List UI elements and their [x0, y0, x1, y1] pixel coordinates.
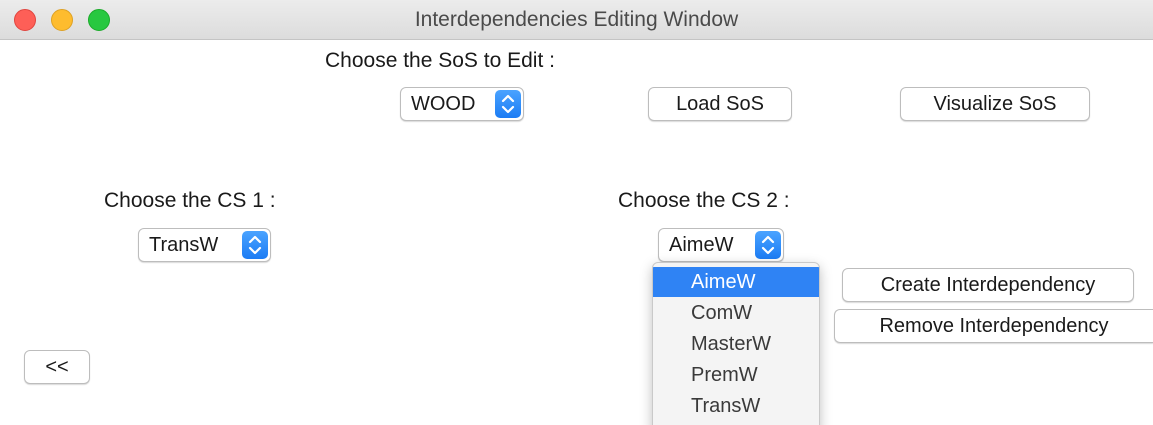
title-bar[interactable]: Interdependencies Editing Window — [0, 0, 1153, 40]
menu-item-masterw[interactable]: MasterW — [653, 329, 819, 359]
remove-interdependency-button[interactable]: Remove Interdependency — [834, 309, 1153, 343]
up-down-chevron-icon — [242, 231, 268, 259]
sos-choose-label: Choose the SoS to Edit : — [325, 49, 555, 72]
sos-selected-value: WOOD — [411, 93, 476, 115]
menu-item-aimew[interactable]: AimeW — [653, 267, 819, 297]
cs1-select[interactable]: TransW — [138, 228, 271, 262]
cs1-choose-label: Choose the CS 1 : — [104, 189, 276, 212]
cs2-choose-label: Choose the CS 2 : — [618, 189, 790, 212]
cs2-dropdown-menu: AimeW ComW MasterW PremW TransW — [652, 262, 820, 425]
window-title: Interdependencies Editing Window — [414, 8, 739, 31]
up-down-chevron-icon — [495, 90, 521, 118]
visualize-sos-button[interactable]: Visualize SoS — [900, 87, 1090, 121]
menu-item-comw[interactable]: ComW — [653, 298, 819, 328]
back-button[interactable]: << — [24, 350, 90, 384]
up-down-chevron-icon — [755, 231, 781, 259]
menu-item-premw[interactable]: PremW — [653, 360, 819, 390]
cs2-select[interactable]: AimeW — [658, 228, 784, 262]
create-interdependency-button[interactable]: Create Interdependency — [842, 268, 1134, 302]
menu-item-transw[interactable]: TransW — [653, 391, 819, 421]
load-sos-button[interactable]: Load SoS — [648, 87, 792, 121]
cs1-selected-value: TransW — [149, 234, 219, 256]
sos-select[interactable]: WOOD — [400, 87, 524, 121]
interdependencies-window: Interdependencies Editing Window Choose … — [0, 0, 1153, 425]
cs2-selected-value: AimeW — [669, 234, 734, 256]
